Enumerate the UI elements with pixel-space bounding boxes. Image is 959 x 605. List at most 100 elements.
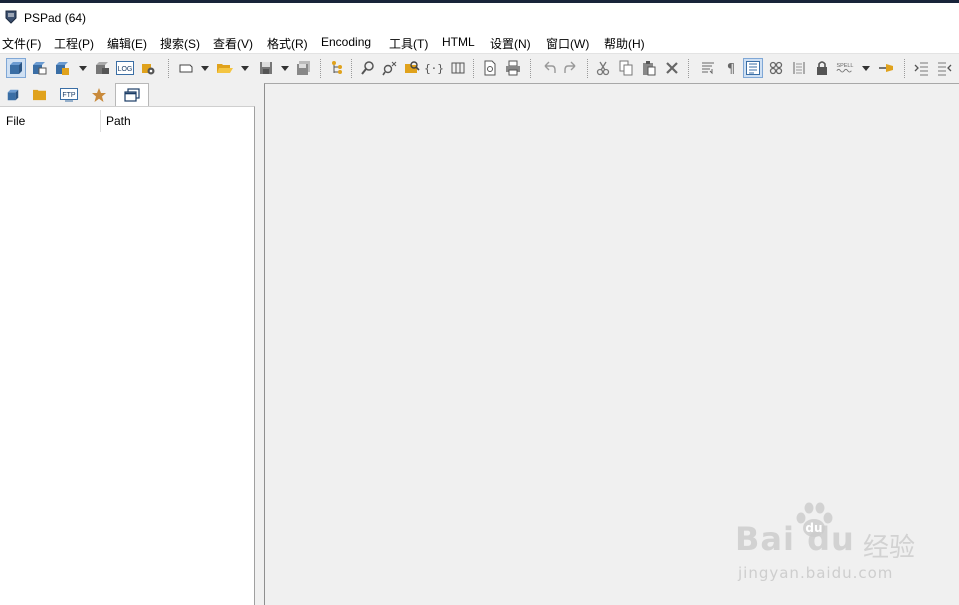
toolbar-separator — [473, 59, 475, 78]
log-icon: LOG — [116, 61, 134, 75]
column-header-file[interactable]: File — [6, 114, 25, 128]
paste-button[interactable] — [639, 58, 659, 78]
menu-help[interactable]: 帮助(H) — [604, 35, 645, 52]
menu-project[interactable]: 工程(P) — [54, 35, 94, 52]
pspad-app-icon — [5, 10, 17, 24]
toolbar-separator — [587, 59, 589, 78]
tab-ftp[interactable]: FTP — [56, 84, 82, 105]
menu-tools[interactable]: 工具(T) — [389, 35, 428, 52]
close-project-button[interactable] — [92, 58, 112, 78]
menu-window[interactable]: 窗口(W) — [546, 35, 589, 52]
tree-view-button[interactable] — [327, 58, 347, 78]
project-toggle-button[interactable] — [6, 58, 26, 78]
folder-open-icon — [217, 64, 233, 73]
project-open-icon — [33, 62, 47, 75]
undo-button[interactable] — [539, 58, 559, 78]
column-mode-button[interactable] — [448, 58, 468, 78]
pin-icon — [879, 64, 893, 72]
read-only-button[interactable] — [812, 58, 832, 78]
redo-button[interactable] — [561, 58, 581, 78]
columns-icon — [451, 62, 465, 74]
menu-file[interactable]: 文件(F) — [2, 35, 41, 52]
tab-folders[interactable] — [26, 84, 52, 105]
redo-icon — [564, 61, 576, 73]
spell-check-icon: SPELL — [836, 63, 854, 73]
menu-format[interactable]: 格式(R) — [267, 35, 308, 52]
menu-view[interactable]: 查看(V) — [213, 35, 253, 52]
lock-icon — [817, 61, 827, 75]
menu-html[interactable]: HTML — [442, 35, 475, 49]
column-divider[interactable] — [100, 110, 101, 132]
ftp-icon: FTP — [60, 87, 78, 101]
tab-favorites[interactable] — [86, 84, 112, 105]
svg-text:SPELL: SPELL — [837, 63, 854, 69]
print-button[interactable] — [503, 58, 523, 78]
save-dropdown-arrow[interactable] — [281, 66, 289, 71]
replace-button[interactable] — [380, 58, 400, 78]
toolbar-separator — [320, 59, 322, 78]
project-close-icon — [96, 62, 109, 74]
close-icon — [666, 62, 678, 74]
tab-project[interactable] — [0, 84, 26, 105]
project-icon — [10, 62, 22, 74]
outdent-button[interactable] — [934, 58, 954, 78]
spell-check-dropdown-arrow[interactable] — [862, 66, 870, 71]
show-whitespace-button[interactable]: ¶ — [721, 58, 741, 78]
compare-icon — [793, 62, 805, 74]
side-panel: FTP File Path — [0, 83, 258, 605]
braces-icon: {·} — [425, 62, 443, 75]
project-settings-button[interactable] — [138, 58, 158, 78]
compare-button[interactable] — [789, 58, 809, 78]
menu-settings[interactable]: 设置(N) — [490, 35, 531, 52]
save-icon — [260, 62, 272, 74]
delete-button[interactable] — [662, 58, 682, 78]
menu-encoding[interactable]: Encoding — [321, 35, 371, 49]
word-wrap-button[interactable] — [698, 58, 718, 78]
code-explorer-button[interactable]: {·} — [424, 58, 444, 78]
word-wrap-icon — [702, 62, 714, 75]
bookmark-chain-icon — [769, 61, 783, 75]
new-file-dropdown-arrow[interactable] — [201, 66, 209, 71]
print-preview-button[interactable] — [480, 58, 500, 78]
log-button[interactable]: LOG — [115, 58, 135, 78]
toolbar-separator — [530, 59, 532, 78]
menu-search[interactable]: 搜索(S) — [160, 35, 200, 52]
save-project-button[interactable] — [52, 58, 72, 78]
menu-bar: 文件(F) 工程(P) 编辑(E) 搜索(S) 查看(V) 格式(R) Enco… — [0, 31, 959, 53]
pilcrow-icon: ¶ — [727, 62, 735, 76]
title-bar: PSPad (64) — [0, 3, 959, 31]
spell-check-button[interactable]: SPELL — [835, 58, 855, 78]
toolbar-separator — [904, 59, 906, 78]
pin-button[interactable] — [877, 58, 897, 78]
printer-icon — [506, 60, 520, 76]
column-header-path[interactable]: Path — [106, 114, 131, 128]
svg-text:LOG: LOG — [118, 66, 133, 73]
project-dropdown-arrow[interactable] — [79, 66, 87, 71]
new-file-button[interactable] — [176, 58, 196, 78]
open-file-dropdown-arrow[interactable] — [241, 66, 249, 71]
open-files-list[interactable]: File Path — [0, 106, 255, 605]
open-project-button[interactable] — [29, 58, 49, 78]
menu-edit[interactable]: 编辑(E) — [107, 35, 147, 52]
cut-button[interactable] — [593, 58, 613, 78]
windows-icon — [124, 88, 140, 102]
line-numbers-button[interactable] — [743, 58, 763, 78]
search-in-files-button[interactable] — [402, 58, 422, 78]
save-all-button[interactable] — [294, 58, 314, 78]
bookmarks-button[interactable] — [766, 58, 786, 78]
folder-icon — [32, 89, 46, 101]
project-save-icon — [56, 62, 69, 75]
tree-icon — [332, 61, 342, 74]
svg-text:FTP: FTP — [62, 92, 76, 99]
copy-button[interactable] — [616, 58, 636, 78]
search-button[interactable] — [358, 58, 378, 78]
indent-button[interactable] — [912, 58, 932, 78]
star-icon — [92, 87, 106, 102]
paste-icon — [643, 61, 656, 76]
open-file-button[interactable] — [215, 58, 235, 78]
tab-open-files[interactable] — [115, 83, 149, 106]
replace-icon — [382, 61, 397, 76]
editor-area[interactable] — [264, 83, 959, 605]
toolbar-separator — [168, 59, 170, 78]
save-button[interactable] — [256, 58, 276, 78]
